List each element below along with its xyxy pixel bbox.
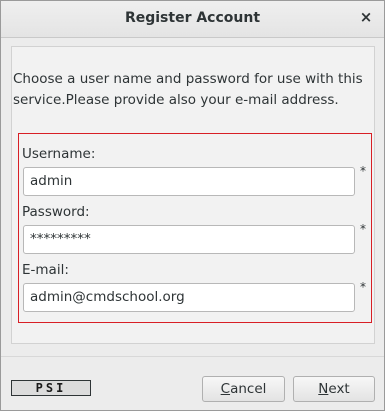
title-bar: Register Account × [1, 1, 384, 38]
registration-form: Username: admin * Password: ********* * … [18, 133, 372, 323]
email-required-mark: * [360, 280, 366, 294]
next-label: ext [328, 381, 350, 397]
password-required-mark: * [360, 222, 366, 236]
footer-separator [1, 356, 384, 357]
cancel-label: ancel [230, 381, 267, 397]
email-label: E-mail: [22, 262, 69, 278]
password-field[interactable]: ********* [23, 225, 355, 254]
next-mnemonic: N [318, 381, 329, 397]
register-account-dialog: Register Account × Choose a user name an… [0, 0, 385, 411]
username-required-mark: * [360, 164, 366, 178]
username-field[interactable]: admin [23, 167, 355, 196]
close-icon[interactable]: × [358, 9, 374, 25]
password-label: Password: [22, 204, 90, 220]
email-field[interactable]: admin@cmdschool.org [23, 283, 355, 312]
next-button[interactable]: Next [293, 376, 375, 402]
psi-logo: PSI [11, 380, 91, 396]
cancel-button[interactable]: Cancel [202, 376, 285, 402]
dialog-title: Register Account [124, 10, 261, 26]
content-panel: Choose a user name and password for use … [11, 46, 375, 344]
description-text: Choose a user name and password for use … [13, 71, 363, 108]
username-label: Username: [22, 146, 96, 162]
cancel-mnemonic: C [220, 381, 231, 397]
